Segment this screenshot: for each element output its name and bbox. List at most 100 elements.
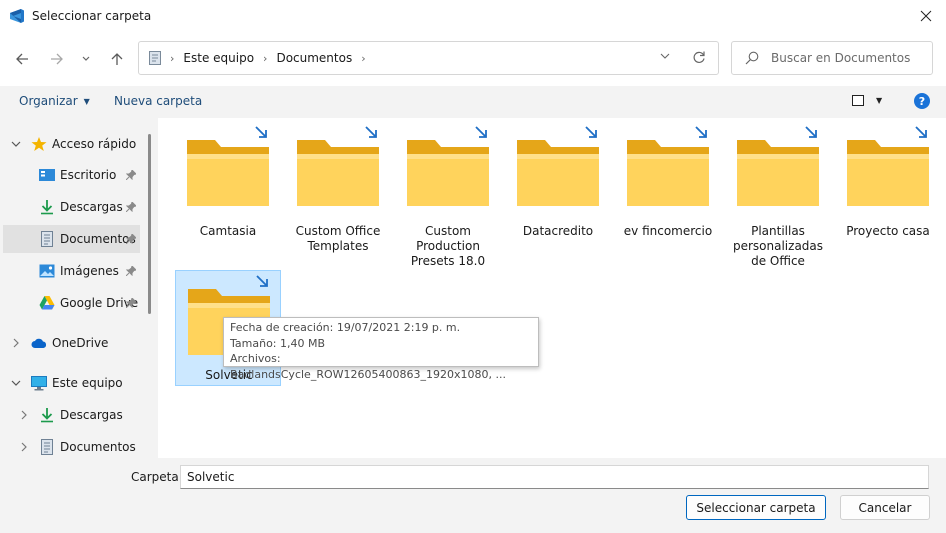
tooltip-size: Tamaño: 1,40 MB	[230, 336, 326, 350]
folder-icon	[847, 140, 929, 206]
select-folder-button[interactable]: Seleccionar carpeta	[686, 495, 826, 520]
sidebar-item-acceso-rapido[interactable]: Acceso rápido	[0, 130, 146, 158]
breadcrumb-documentos[interactable]: Documentos	[276, 51, 352, 65]
chevron-right-icon[interactable]: ›	[361, 52, 365, 65]
folder-icon	[627, 140, 709, 206]
sidebar-item-este-equipo[interactable]: Este equipo	[0, 369, 146, 397]
folder-field-label: Carpeta:	[131, 470, 183, 484]
window-title: Seleccionar carpeta	[32, 9, 152, 23]
help-button[interactable]: ?	[914, 93, 930, 109]
breadcrumb-este-equipo[interactable]: Este equipo	[183, 51, 254, 65]
back-button[interactable]	[11, 48, 33, 70]
search-input[interactable]: Buscar en Documentos	[771, 51, 910, 65]
pin-icon	[126, 266, 136, 276]
folder-ev-fincomercio[interactable]: ev fincomercio	[615, 122, 721, 272]
address-bar[interactable]: › Este equipo › Documentos ›	[138, 41, 719, 75]
shortcut-arrow-icon	[255, 126, 267, 138]
folder-label: Proyecto casa	[846, 224, 930, 238]
sidebar-item-label: Documentos	[60, 440, 136, 454]
pin-icon	[126, 234, 136, 244]
search-icon	[745, 51, 759, 65]
folder-camtasia[interactable]: Camtasia	[175, 122, 281, 272]
folder-label: Camtasia	[199, 224, 257, 238]
folder-proyecto-casa[interactable]: Proyecto casa	[835, 122, 941, 272]
chevron-right-icon[interactable]	[18, 441, 30, 453]
folder-custom-production-presets[interactable]: Custom Production Presets 18.0	[395, 122, 501, 272]
folder-icon	[407, 140, 489, 206]
refresh-icon[interactable]	[692, 50, 706, 64]
chevron-right-icon[interactable]: ›	[263, 52, 267, 65]
folder-label: ev fincomercio	[623, 224, 713, 238]
arrow-left-icon	[16, 53, 28, 65]
folder-info-tooltip: Fecha de creación: 19/07/2021 2:19 p. m.…	[223, 317, 539, 381]
document-icon	[149, 51, 161, 65]
change-view-button[interactable]: ▼	[852, 95, 882, 106]
folder-label: Custom Office Templates	[295, 224, 381, 253]
forward-button[interactable]	[46, 48, 68, 70]
folder-custom-office-templates[interactable]: Custom Office Templates	[285, 122, 391, 272]
download-icon	[41, 200, 53, 215]
document-icon	[41, 231, 53, 247]
address-history-dropdown[interactable]	[660, 52, 670, 60]
dialog-footer: Carpeta: Solvetic Seleccionar carpeta Ca…	[0, 458, 946, 533]
sidebar-item-onedrive[interactable]: OneDrive	[0, 329, 146, 357]
new-folder-button[interactable]: Nueva carpeta	[114, 94, 202, 108]
recent-locations-button[interactable]	[77, 48, 95, 70]
folder-icon	[737, 140, 819, 206]
chevron-right-icon[interactable]	[10, 337, 22, 349]
view-icon	[852, 95, 864, 106]
cancel-button[interactable]: Cancelar	[840, 495, 930, 520]
sidebar-item-google-drive[interactable]: Google Drive	[0, 289, 146, 317]
shortcut-arrow-icon	[365, 126, 377, 138]
star-icon	[31, 137, 47, 151]
folder-name-input[interactable]: Solvetic	[180, 465, 929, 489]
pictures-icon	[39, 264, 55, 278]
folder-view: Camtasia Custom Office Templates Custom …	[158, 118, 946, 458]
close-icon	[920, 10, 932, 22]
sidebar-scrollbar[interactable]	[148, 134, 151, 314]
cloud-icon	[31, 338, 47, 348]
chevron-down-icon[interactable]	[10, 377, 22, 389]
sidebar-item-label: Descargas	[60, 408, 123, 422]
folder-icon	[187, 140, 269, 206]
caret-down-icon: ▼	[83, 96, 90, 106]
up-button[interactable]	[106, 48, 128, 70]
folder-icon	[297, 140, 379, 206]
sidebar-item-escritorio[interactable]: Escritorio	[0, 161, 146, 189]
shortcut-arrow-icon	[256, 275, 268, 287]
sidebar-item-descargas[interactable]: Descargas	[0, 193, 146, 221]
folder-plantillas-personalizadas[interactable]: Plantillas personalizadas de Office	[725, 122, 831, 272]
folder-label: Custom Production Presets 18.0	[410, 224, 486, 268]
close-button[interactable]	[914, 4, 938, 28]
chevron-down-icon[interactable]	[10, 138, 22, 150]
arrow-up-icon	[111, 53, 123, 65]
title-bar: Seleccionar carpeta	[0, 0, 946, 32]
chevron-down-icon	[82, 56, 90, 61]
sidebar-item-documentos-pc[interactable]: Documentos	[0, 433, 146, 458]
desktop-icon	[39, 169, 55, 181]
shortcut-arrow-icon	[475, 126, 487, 138]
organize-menu-button[interactable]: Organizar ▼	[19, 94, 90, 108]
search-box[interactable]: Buscar en Documentos	[731, 41, 933, 75]
sidebar-item-documentos[interactable]: Documentos	[3, 225, 140, 253]
folder-label: Plantillas personalizadas de Office	[732, 224, 824, 268]
shortcut-arrow-icon	[695, 126, 707, 138]
organize-label: Organizar	[19, 94, 78, 108]
caret-down-icon: ▼	[876, 96, 883, 105]
chevron-right-icon[interactable]	[18, 409, 30, 421]
shortcut-arrow-icon	[805, 126, 817, 138]
shortcut-arrow-icon	[585, 126, 597, 138]
pin-icon	[126, 170, 136, 180]
sidebar-item-label: Documentos	[60, 232, 136, 246]
sidebar-item-imagenes[interactable]: Imágenes	[0, 257, 146, 285]
new-folder-label: Nueva carpeta	[114, 94, 203, 108]
sidebar-item-label: Escritorio	[60, 168, 117, 182]
shortcut-arrow-icon	[915, 126, 927, 138]
google-drive-icon	[39, 296, 55, 310]
sidebar-item-descargas-pc[interactable]: Descargas	[0, 401, 146, 429]
folder-icon	[517, 140, 599, 206]
download-icon	[41, 408, 53, 423]
sidebar-item-label: Acceso rápido	[52, 137, 137, 151]
folder-datacredito[interactable]: Datacredito	[505, 122, 611, 272]
command-bar: Organizar ▼ Nueva carpeta ▼ ?	[0, 86, 946, 118]
